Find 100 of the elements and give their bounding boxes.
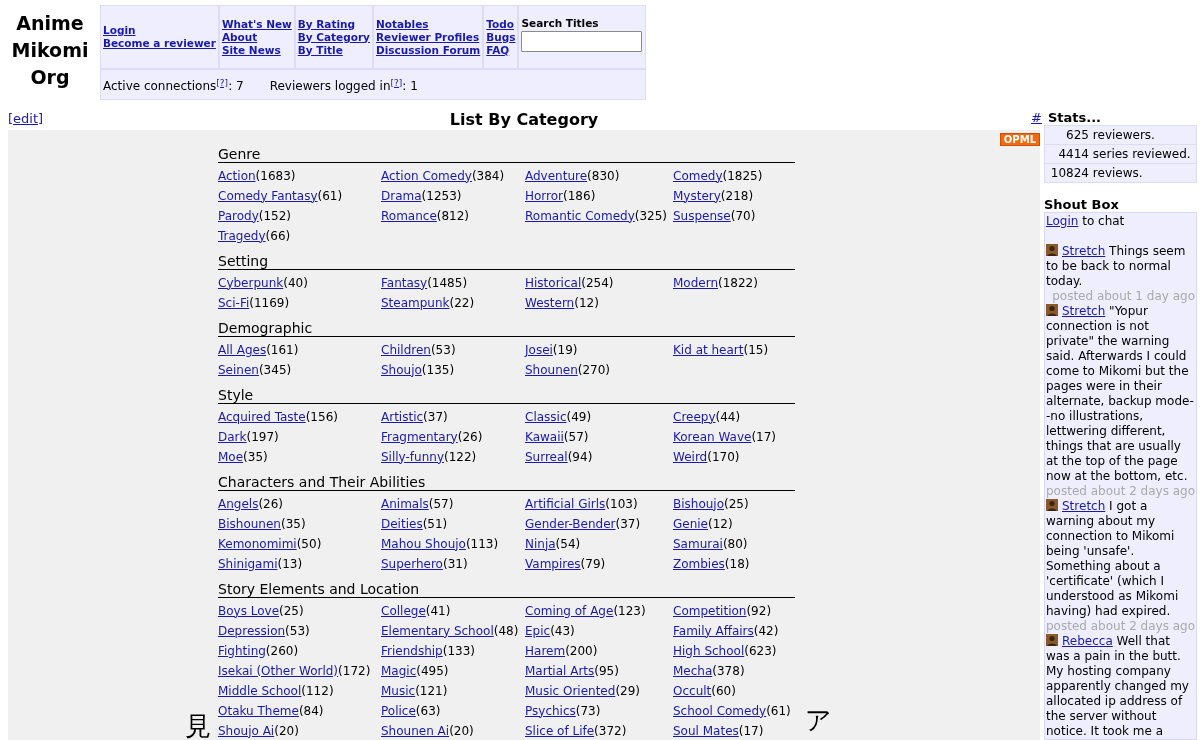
category-link[interactable]: Shounen xyxy=(525,362,578,378)
category-link[interactable]: Moe xyxy=(218,449,244,465)
category-link[interactable]: Middle School xyxy=(218,683,302,699)
category-link[interactable]: Psychics xyxy=(525,703,576,719)
author-link[interactable]: Stretch xyxy=(1062,304,1106,318)
category-link[interactable]: Action xyxy=(218,168,256,184)
nav-link[interactable]: By Rating xyxy=(297,17,356,31)
nav-link[interactable]: Todo xyxy=(486,17,514,31)
category-link[interactable]: Horror xyxy=(525,188,564,204)
category-link[interactable]: Otaku Theme xyxy=(218,703,299,719)
category-link[interactable]: Kawaii xyxy=(525,429,564,445)
category-link[interactable]: Western xyxy=(525,295,575,311)
nav-link[interactable]: Become a reviewer xyxy=(103,37,216,50)
category-link[interactable]: Adventure xyxy=(525,168,588,184)
category-link[interactable]: Modern xyxy=(673,275,719,291)
category-link[interactable]: Sci-Fi xyxy=(218,295,250,311)
category-link[interactable]: Zombies xyxy=(673,556,725,572)
anchor-link[interactable]: # xyxy=(1031,110,1042,125)
category-link[interactable]: Angels xyxy=(218,496,259,512)
help-link[interactable]: [?] xyxy=(216,77,229,88)
category-link[interactable]: Slice of Life xyxy=(525,723,595,739)
category-link[interactable]: Romantic Comedy xyxy=(525,208,635,224)
category-link[interactable]: Romance xyxy=(381,208,437,224)
category-link[interactable]: Competition xyxy=(673,603,747,619)
category-link[interactable]: Artistic xyxy=(381,409,424,425)
category-link[interactable]: Weird xyxy=(673,449,708,465)
category-link[interactable]: Surreal xyxy=(525,449,568,465)
search-field[interactable] xyxy=(521,30,643,52)
category-link[interactable]: Cyberpunk xyxy=(218,275,284,291)
category-link[interactable]: Soul Mates xyxy=(673,723,739,739)
category-link[interactable]: Vampires xyxy=(525,556,581,572)
category-link[interactable]: Mystery xyxy=(673,188,721,204)
category-link[interactable]: School Comedy xyxy=(673,703,767,719)
category-link[interactable]: College xyxy=(381,603,426,619)
category-link[interactable]: Korean Wave xyxy=(673,429,752,445)
author-link[interactable]: Rebecca xyxy=(1062,634,1113,648)
category-link[interactable]: Music xyxy=(381,683,416,699)
category-link[interactable]: Action Comedy xyxy=(381,168,472,184)
category-link[interactable]: Classic xyxy=(525,409,567,425)
category-link[interactable]: Drama xyxy=(381,188,422,204)
nav-link[interactable]: Discussion Forum xyxy=(375,43,481,57)
category-link[interactable]: Genie xyxy=(673,516,708,532)
login-link[interactable]: Login xyxy=(1046,214,1079,228)
category-link[interactable]: Comedy Fantasy xyxy=(218,188,318,204)
category-link[interactable]: Children xyxy=(381,342,431,358)
category-link[interactable]: Ninja xyxy=(525,536,556,552)
category-link[interactable]: High School xyxy=(673,643,745,659)
nav-link[interactable]: About xyxy=(221,30,258,44)
category-link[interactable]: Tragedy xyxy=(218,228,266,244)
nav-link[interactable]: By Category xyxy=(297,30,370,44)
category-link[interactable]: Parody xyxy=(218,208,259,224)
category-link[interactable]: Depression xyxy=(218,623,286,639)
category-link[interactable]: Artificial Girls xyxy=(525,496,606,512)
category-link[interactable]: Bishounen xyxy=(218,516,281,532)
nav-link[interactable]: By Title xyxy=(297,43,343,57)
category-link[interactable]: Creepy xyxy=(673,409,716,425)
category-link[interactable]: Epic xyxy=(525,623,551,639)
category-link[interactable]: Mecha xyxy=(673,663,713,679)
category-link[interactable]: Kid at heart xyxy=(673,342,744,358)
category-link[interactable]: Shinigami xyxy=(218,556,278,572)
category-link[interactable]: Fragmentary xyxy=(381,429,458,445)
category-link[interactable]: Police xyxy=(381,703,416,719)
category-link[interactable]: Fantasy xyxy=(381,275,428,291)
author-link[interactable]: Stretch xyxy=(1062,499,1106,513)
category-link[interactable]: Bishoujo xyxy=(673,496,725,512)
category-link[interactable]: Acquired Taste xyxy=(218,409,306,425)
help-link[interactable]: [?] xyxy=(390,77,403,88)
category-link[interactable]: Elementary School xyxy=(381,623,494,639)
category-link[interactable]: Occult xyxy=(673,683,712,699)
category-link[interactable]: Comedy xyxy=(673,168,723,184)
nav-link[interactable]: What's New xyxy=(221,17,292,31)
category-link[interactable]: All Ages xyxy=(218,342,267,358)
category-link[interactable]: Music Oriented xyxy=(525,683,616,699)
edit-link[interactable]: [edit] xyxy=(8,111,44,126)
category-link[interactable]: Samurai xyxy=(673,536,723,552)
category-link[interactable]: Gender-Bender xyxy=(525,516,616,532)
category-link[interactable]: Kemonomimi xyxy=(218,536,297,552)
category-link[interactable]: Magic xyxy=(381,663,417,679)
category-link[interactable]: Silly-funny xyxy=(381,449,444,465)
author-link[interactable]: Stretch xyxy=(1062,244,1106,258)
category-link[interactable]: Mahou Shoujo xyxy=(381,536,466,552)
nav-link[interactable]: FAQ xyxy=(486,43,510,57)
category-link[interactable]: Fighting xyxy=(218,643,266,659)
category-link[interactable]: Suspense xyxy=(673,208,731,224)
category-link[interactable]: Isekai (Other World) xyxy=(218,663,339,679)
category-link[interactable]: Martial Arts xyxy=(525,663,595,679)
category-link[interactable]: Family Affairs xyxy=(673,623,754,639)
category-link[interactable]: Harem xyxy=(525,643,566,659)
nav-link[interactable]: Notables xyxy=(375,17,429,31)
category-link[interactable]: Josei xyxy=(525,342,553,358)
category-link[interactable]: Dark xyxy=(218,429,247,445)
category-link[interactable]: Deities xyxy=(381,516,423,532)
nav-link[interactable]: Reviewer Profiles xyxy=(375,30,480,44)
category-link[interactable]: Superhero xyxy=(381,556,443,572)
nav-link[interactable]: Site News xyxy=(221,43,281,57)
category-link[interactable]: Shoujo xyxy=(381,362,422,378)
category-link[interactable]: Friendship xyxy=(381,643,443,659)
nav-link[interactable]: Bugs xyxy=(486,30,516,44)
category-link[interactable]: Steampunk xyxy=(381,295,450,311)
category-link[interactable]: Boys Love xyxy=(218,603,280,619)
